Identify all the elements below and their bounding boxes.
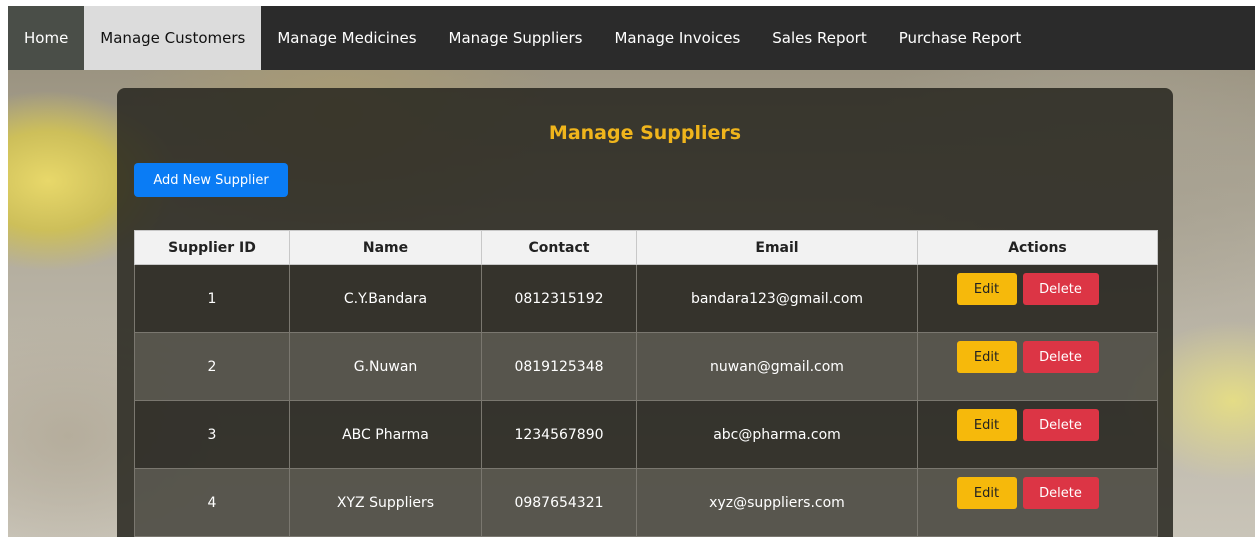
edit-button[interactable]: Edit xyxy=(956,341,1017,373)
cell-name: XYZ Suppliers xyxy=(289,468,482,537)
cell-supplier-id: 3 xyxy=(134,400,290,469)
table-row: 1 C.Y.Bandara 0812315192 bandara123@gmai… xyxy=(134,264,1158,333)
delete-button[interactable]: Delete xyxy=(1022,273,1099,305)
edit-button[interactable]: Edit xyxy=(956,477,1017,509)
cell-actions: Edit Delete xyxy=(917,264,1158,333)
table-row: 3 ABC Pharma 1234567890 abc@pharma.com E… xyxy=(134,400,1158,469)
edit-button[interactable]: Edit xyxy=(956,409,1017,441)
cell-email: bandara123@gmail.com xyxy=(636,264,918,333)
cell-supplier-id: 1 xyxy=(134,264,290,333)
cell-name: G.Nuwan xyxy=(289,332,482,401)
cell-name: C.Y.Bandara xyxy=(289,264,482,333)
delete-button[interactable]: Delete xyxy=(1022,341,1099,373)
header-actions: Actions xyxy=(917,230,1158,265)
nav-manage-customers[interactable]: Manage Customers xyxy=(84,6,262,70)
nav-home[interactable]: Home xyxy=(8,6,85,70)
header-supplier-id: Supplier ID xyxy=(134,230,290,265)
delete-button[interactable]: Delete xyxy=(1022,409,1099,441)
top-navbar: Home Manage Customers Manage Medicines M… xyxy=(8,6,1255,70)
edit-button[interactable]: Edit xyxy=(956,273,1017,305)
nav-sales-report[interactable]: Sales Report xyxy=(756,6,882,70)
page-title: Manage Suppliers xyxy=(548,122,742,144)
delete-button[interactable]: Delete xyxy=(1022,477,1099,509)
header-contact: Contact xyxy=(481,230,637,265)
cell-supplier-id: 2 xyxy=(134,332,290,401)
cell-actions: Edit Delete xyxy=(917,400,1158,469)
page-frame: Home Manage Customers Manage Medicines M… xyxy=(8,6,1255,537)
cell-contact: 0812315192 xyxy=(481,264,637,333)
nav-manage-suppliers[interactable]: Manage Suppliers xyxy=(433,6,599,70)
cell-email: xyz@suppliers.com xyxy=(636,468,918,537)
header-email: Email xyxy=(636,230,918,265)
cell-email: abc@pharma.com xyxy=(636,400,918,469)
cell-name: ABC Pharma xyxy=(289,400,482,469)
cell-contact: 0987654321 xyxy=(481,468,637,537)
nav-manage-medicines[interactable]: Manage Medicines xyxy=(261,6,432,70)
table-header-row: Supplier ID Name Contact Email Actions xyxy=(134,230,1158,265)
suppliers-panel: Manage Suppliers Add New Supplier Suppli… xyxy=(117,88,1173,537)
suppliers-table: Supplier ID Name Contact Email Actions 1… xyxy=(134,230,1158,537)
table-row: 2 G.Nuwan 0819125348 nuwan@gmail.com Edi… xyxy=(134,332,1158,401)
nav-manage-invoices[interactable]: Manage Invoices xyxy=(598,6,756,70)
add-new-supplier-button[interactable]: Add New Supplier xyxy=(134,163,288,197)
cell-contact: 1234567890 xyxy=(481,400,637,469)
cell-actions: Edit Delete xyxy=(917,468,1158,537)
cell-contact: 0819125348 xyxy=(481,332,637,401)
header-name: Name xyxy=(289,230,482,265)
cell-email: nuwan@gmail.com xyxy=(636,332,918,401)
cell-actions: Edit Delete xyxy=(917,332,1158,401)
table-row: 4 XYZ Suppliers 0987654321 xyz@suppliers… xyxy=(134,468,1158,537)
cell-supplier-id: 4 xyxy=(134,468,290,537)
nav-purchase-report[interactable]: Purchase Report xyxy=(883,6,1038,70)
